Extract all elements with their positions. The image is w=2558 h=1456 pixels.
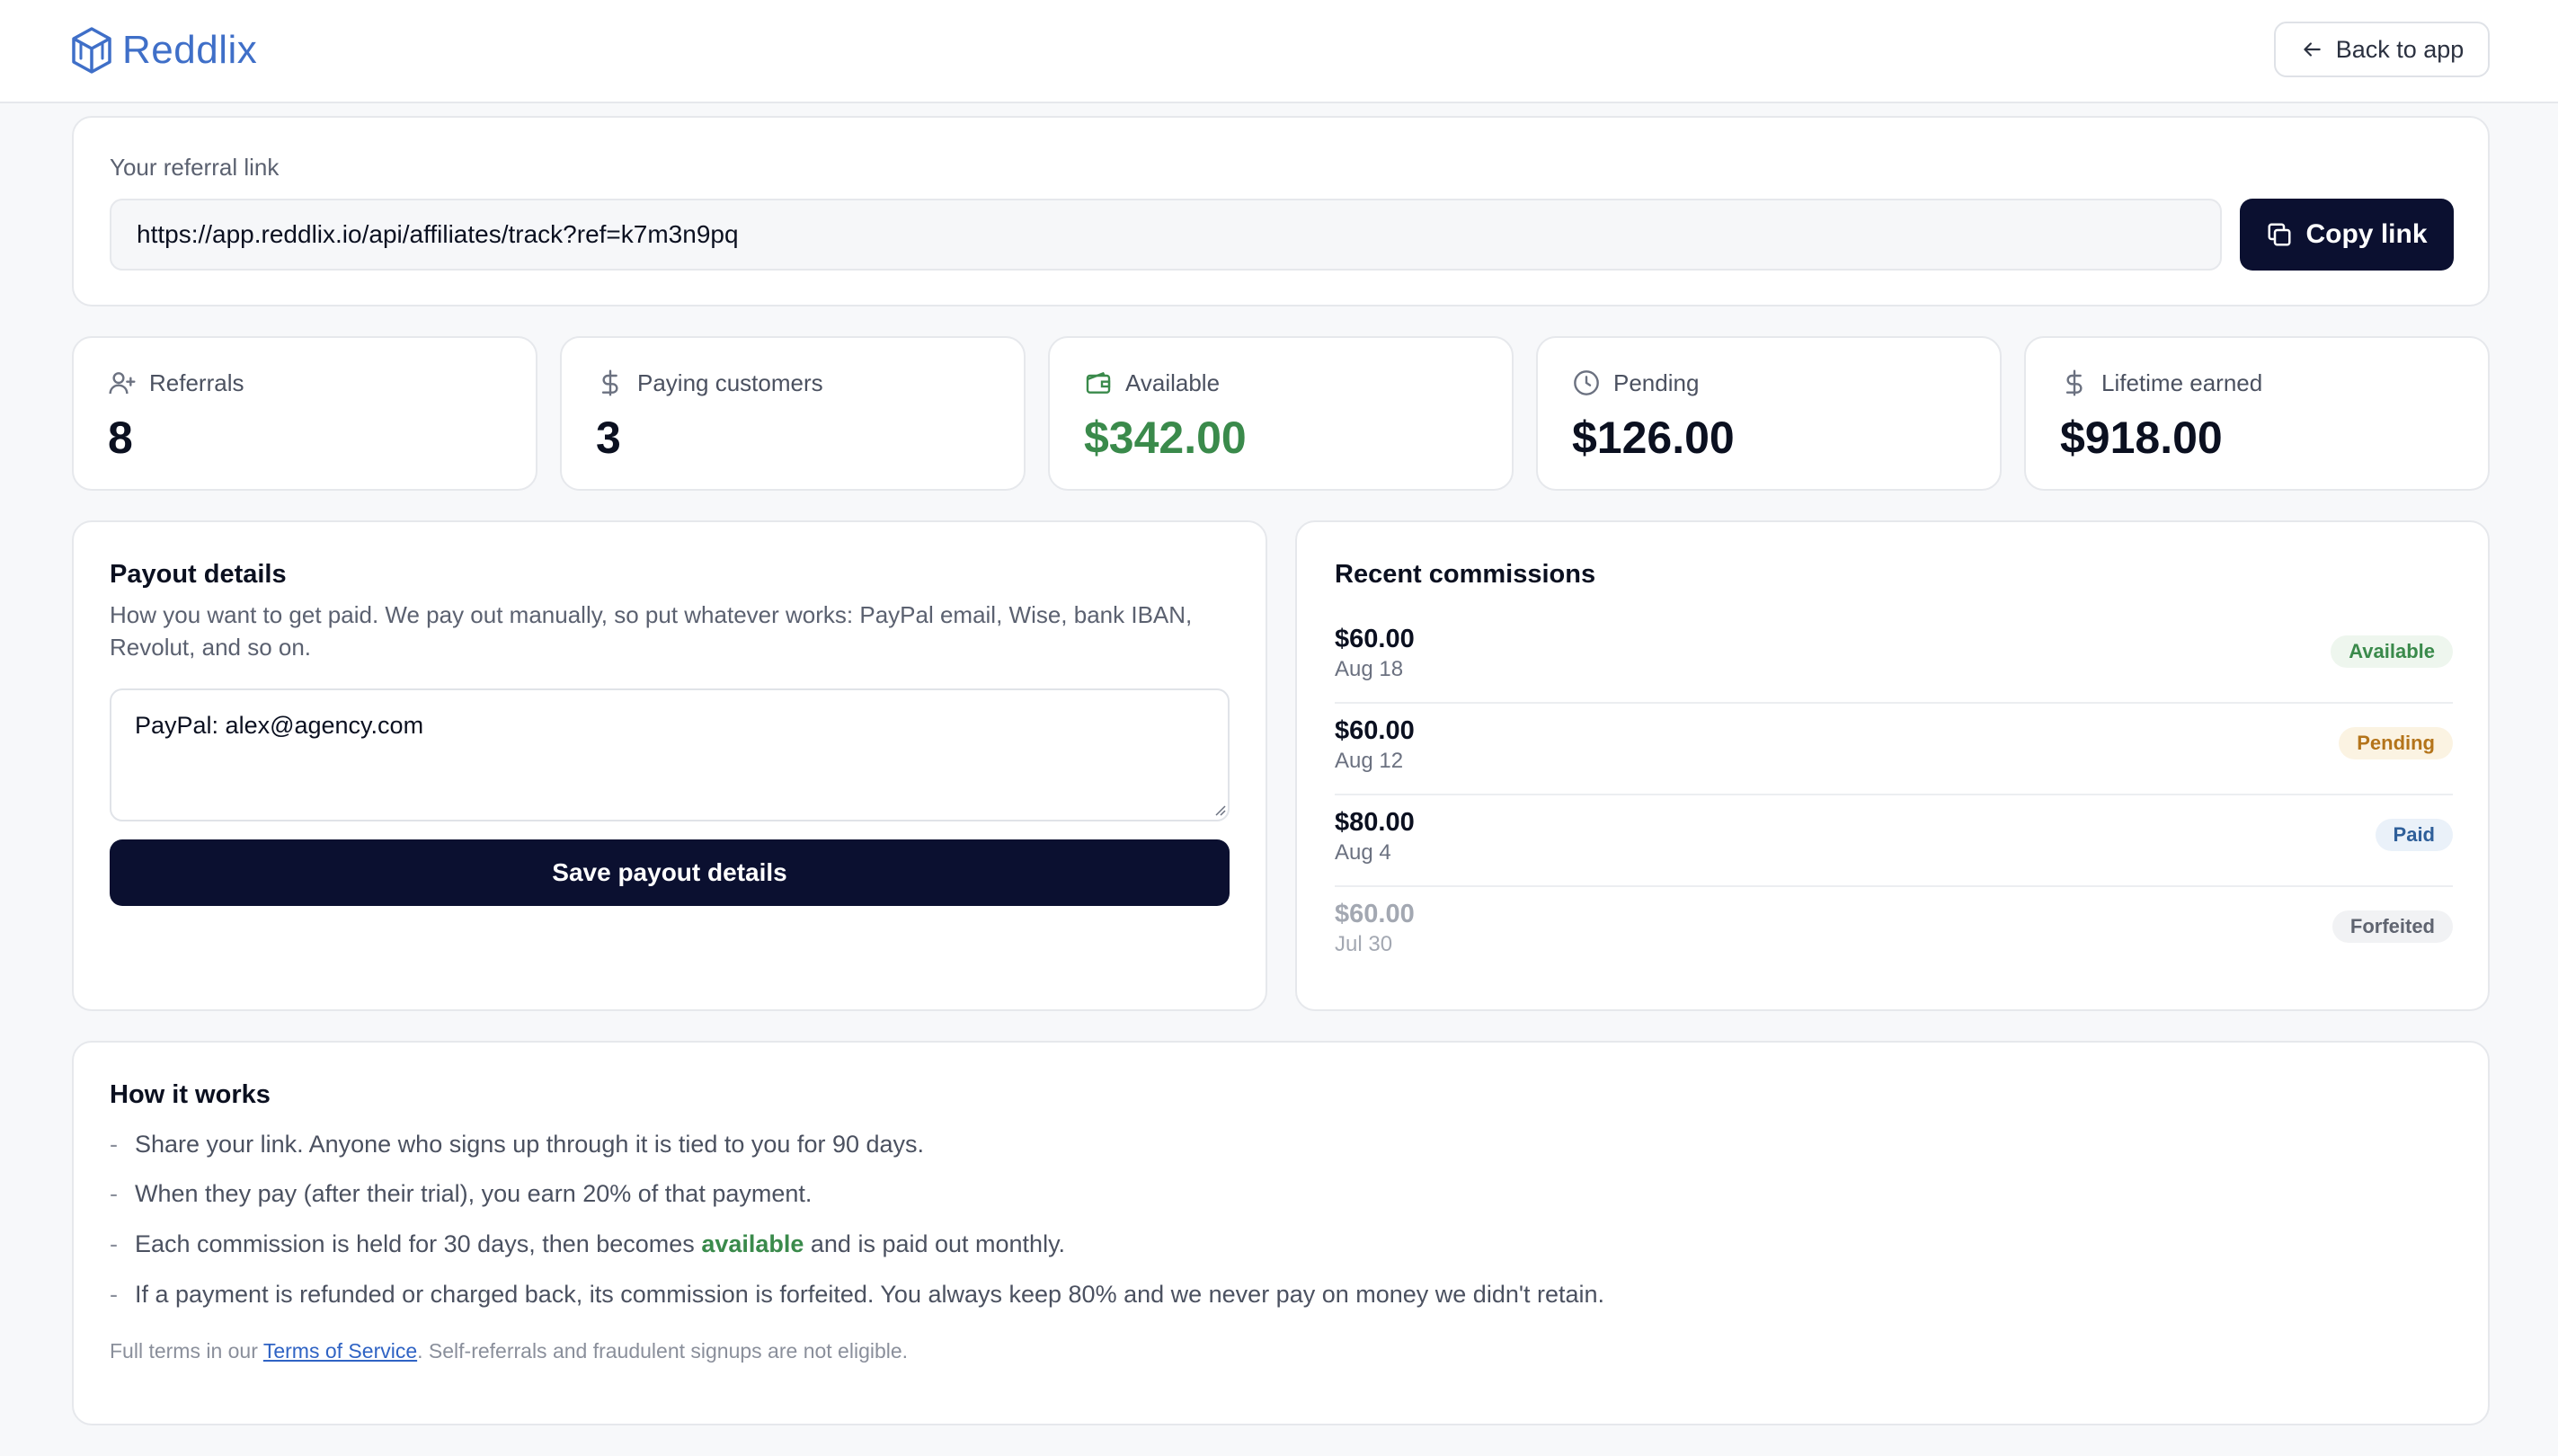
- how-it-works-card: How it works - Share your link. Anyone w…: [72, 1041, 2490, 1425]
- list-item-text: Share your link. Anyone who signs up thr…: [135, 1131, 925, 1158]
- status-badge: Available: [2331, 635, 2453, 668]
- brand-name: Reddlix: [122, 28, 258, 72]
- commission-date: Aug 4: [1335, 840, 1391, 865]
- copy-link-button[interactable]: Copy link: [2240, 199, 2454, 271]
- stat-referrals: Referrals 8: [72, 336, 537, 491]
- list-item: - If a payment is refunded or charged ba…: [110, 1281, 1604, 1309]
- text-part: and is paid out monthly.: [804, 1230, 1066, 1257]
- top-header: Reddlix Back to app: [0, 0, 2558, 103]
- list-item: - When they pay (after their trial), you…: [110, 1180, 812, 1208]
- commission-date: Aug 18: [1335, 657, 1404, 681]
- back-to-app-button[interactable]: Back to app: [2274, 22, 2490, 77]
- status-badge: Forfeited: [2332, 910, 2453, 943]
- bullet-dash: -: [110, 1281, 118, 1308]
- stat-value: $342.00: [1084, 413, 1247, 463]
- stat-available: Available $342.00: [1048, 336, 1514, 491]
- stat-value: $126.00: [1572, 413, 1735, 463]
- referral-link-label: Your referral link: [110, 154, 280, 181]
- terms-of-service-link[interactable]: Terms of Service: [263, 1339, 417, 1363]
- referral-link-card: Your referral link Copy link: [72, 116, 2490, 306]
- stat-label: Pending: [1613, 368, 1700, 396]
- resize-grip-icon[interactable]: [1213, 803, 1226, 816]
- list-item-text: When they pay (after their trial), you e…: [135, 1180, 813, 1207]
- terms-footnote: Full terms in our Terms of Service. Self…: [110, 1339, 908, 1363]
- stat-pending: Pending $126.00: [1536, 336, 2002, 491]
- stat-lifetime-earned: Lifetime earned $918.00: [2024, 336, 2490, 491]
- list-item-text: Each commission is held for 30 days, the…: [135, 1230, 1065, 1258]
- how-it-works-title: How it works: [110, 1080, 271, 1109]
- stat-paying-customers: Paying customers 3: [560, 336, 1026, 491]
- payout-details-textarea[interactable]: PayPal: alex@agency.com: [110, 688, 1230, 821]
- cube-icon: [72, 27, 111, 74]
- list-item-text: If a payment is refunded or charged back…: [135, 1281, 1605, 1308]
- commission-date: Aug 12: [1335, 749, 1404, 773]
- payout-title: Payout details: [110, 560, 287, 589]
- list-item: - Each commission is held for 30 days, t…: [110, 1230, 1065, 1258]
- status-badge: Pending: [2339, 727, 2453, 759]
- commissions-title: Recent commissions: [1335, 560, 1596, 589]
- recent-commissions-card: Recent commissions $60.00 Aug 18 Availab…: [1295, 520, 2490, 1011]
- text-part: . Self-referrals and fraudulent signups …: [417, 1339, 909, 1363]
- stat-value: $918.00: [2060, 413, 2223, 463]
- payout-details-card: Payout details How you want to get paid.…: [72, 520, 1267, 1011]
- bullet-dash: -: [110, 1131, 118, 1158]
- stat-label: Paying customers: [637, 368, 823, 396]
- wallet-icon: [1086, 371, 1111, 394]
- commission-row: $80.00 Aug 4 Paid: [1335, 795, 2453, 887]
- clock-icon: [1574, 370, 1599, 395]
- dollar-icon: [2065, 369, 2083, 396]
- copy-link-label: Copy link: [2305, 219, 2428, 249]
- commission-amount: $60.00: [1335, 716, 1415, 745]
- commission-amount: $60.00: [1335, 900, 1415, 928]
- list-item: - Share your link. Anyone who signs up t…: [110, 1131, 924, 1159]
- stat-label: Lifetime earned: [2101, 368, 2263, 396]
- text-part: Full terms in our: [110, 1339, 263, 1363]
- text-part: Each commission is held for 30 days, the…: [135, 1230, 702, 1257]
- copy-icon: [2268, 223, 2291, 246]
- commission-amount: $80.00: [1335, 808, 1415, 837]
- commission-amount: $60.00: [1335, 625, 1415, 653]
- save-payout-details-button[interactable]: Save payout details: [110, 839, 1230, 906]
- brand-logo[interactable]: Reddlix: [70, 25, 257, 75]
- status-badge: Paid: [2375, 819, 2453, 851]
- commission-row: $60.00 Aug 12 Pending: [1335, 704, 2453, 795]
- dollar-icon: [601, 369, 618, 396]
- stat-value: 8: [108, 413, 133, 463]
- referral-link-input[interactable]: [110, 199, 2222, 271]
- user-plus-icon: [109, 372, 136, 395]
- back-to-app-label: Back to app: [2335, 35, 2465, 63]
- bullet-dash: -: [110, 1230, 118, 1257]
- stat-label: Referrals: [149, 368, 244, 396]
- payout-description: How you want to get paid. We pay out man…: [110, 601, 1193, 661]
- bullet-dash: -: [110, 1180, 118, 1207]
- arrow-left-icon: [2304, 42, 2321, 57]
- stat-value: 3: [596, 413, 621, 463]
- commission-row: $60.00 Jul 30 Forfeited: [1335, 887, 2453, 979]
- stat-label: Available: [1125, 368, 1221, 396]
- available-highlight: available: [701, 1230, 804, 1257]
- commission-date: Jul 30: [1335, 932, 1393, 956]
- commission-row: $60.00 Aug 18 Available: [1335, 612, 2453, 704]
